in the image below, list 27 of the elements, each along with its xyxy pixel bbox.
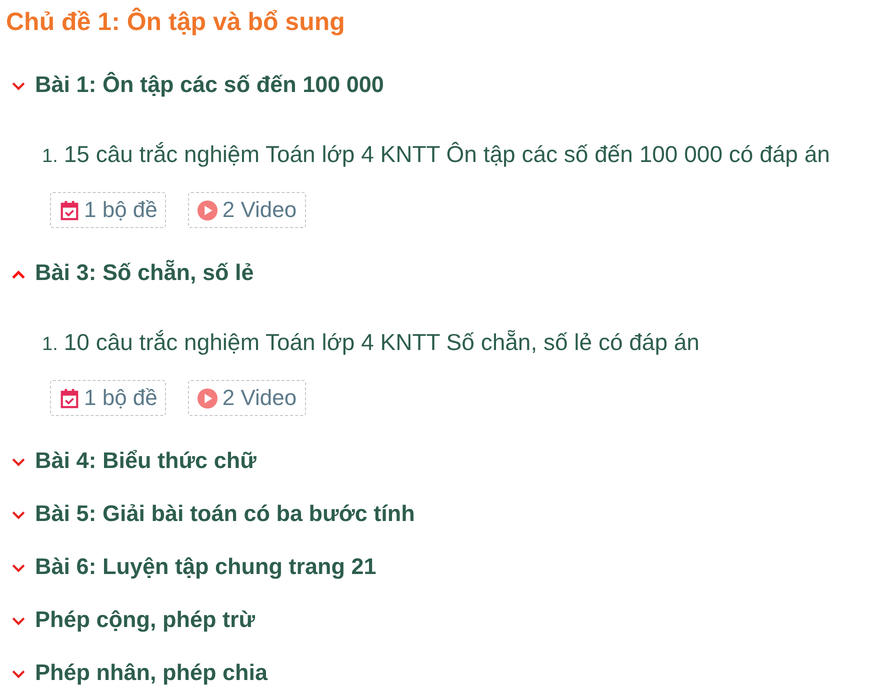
lesson-title[interactable]: Bài 5: Giải bài toán có ba bước tính — [35, 500, 415, 526]
chevron-down-icon[interactable] — [12, 458, 25, 467]
chevron-up-icon[interactable] — [12, 270, 25, 279]
play-icon — [197, 388, 218, 408]
test-count-button[interactable]: 1 bộ đề — [50, 192, 166, 228]
calendar-check-icon — [59, 200, 80, 220]
item-number: 1. — [42, 145, 58, 169]
test-count-button[interactable]: 1 bộ đề — [50, 380, 166, 416]
topic-title: Chủ đề 1: Ôn tập và bổ sung — [6, 6, 346, 38]
lesson-title[interactable]: Bài 3: Số chẵn, số lẻ — [35, 260, 254, 286]
lesson-title[interactable]: Phép cộng, phép trừ — [35, 606, 256, 632]
quiz-link[interactable]: 10 câu trắc nghiệm Toán lớp 4 KNTT Số chẵn, số lẻ có đáp án — [64, 330, 700, 354]
video-count-button[interactable]: 2 Video — [188, 380, 306, 416]
lesson-title[interactable]: Bài 4: Biểu thức chữ — [35, 448, 256, 474]
lesson-title[interactable]: Bài 1: Ôn tập các số đến 100 000 — [35, 72, 384, 98]
video-count-button[interactable]: 2 Video — [188, 192, 306, 228]
quiz-link[interactable]: 15 câu trắc nghiệm Toán lớp 4 KNTT Ôn tập các số đến 100 000 có đáp án — [64, 142, 830, 166]
chevron-down-icon[interactable] — [12, 670, 25, 679]
chevron-down-icon[interactable] — [12, 564, 25, 573]
lesson-title[interactable]: Phép nhân, phép chia — [35, 660, 268, 686]
chevron-down-icon[interactable] — [12, 617, 25, 626]
play-icon — [197, 200, 218, 220]
calendar-check-icon — [59, 388, 80, 408]
item-number: 1. — [42, 333, 58, 357]
lesson-title[interactable]: Bài 6: Luyện tập chung trang 21 — [35, 554, 376, 580]
chevron-down-icon[interactable] — [12, 82, 25, 91]
chevron-down-icon[interactable] — [12, 511, 25, 520]
